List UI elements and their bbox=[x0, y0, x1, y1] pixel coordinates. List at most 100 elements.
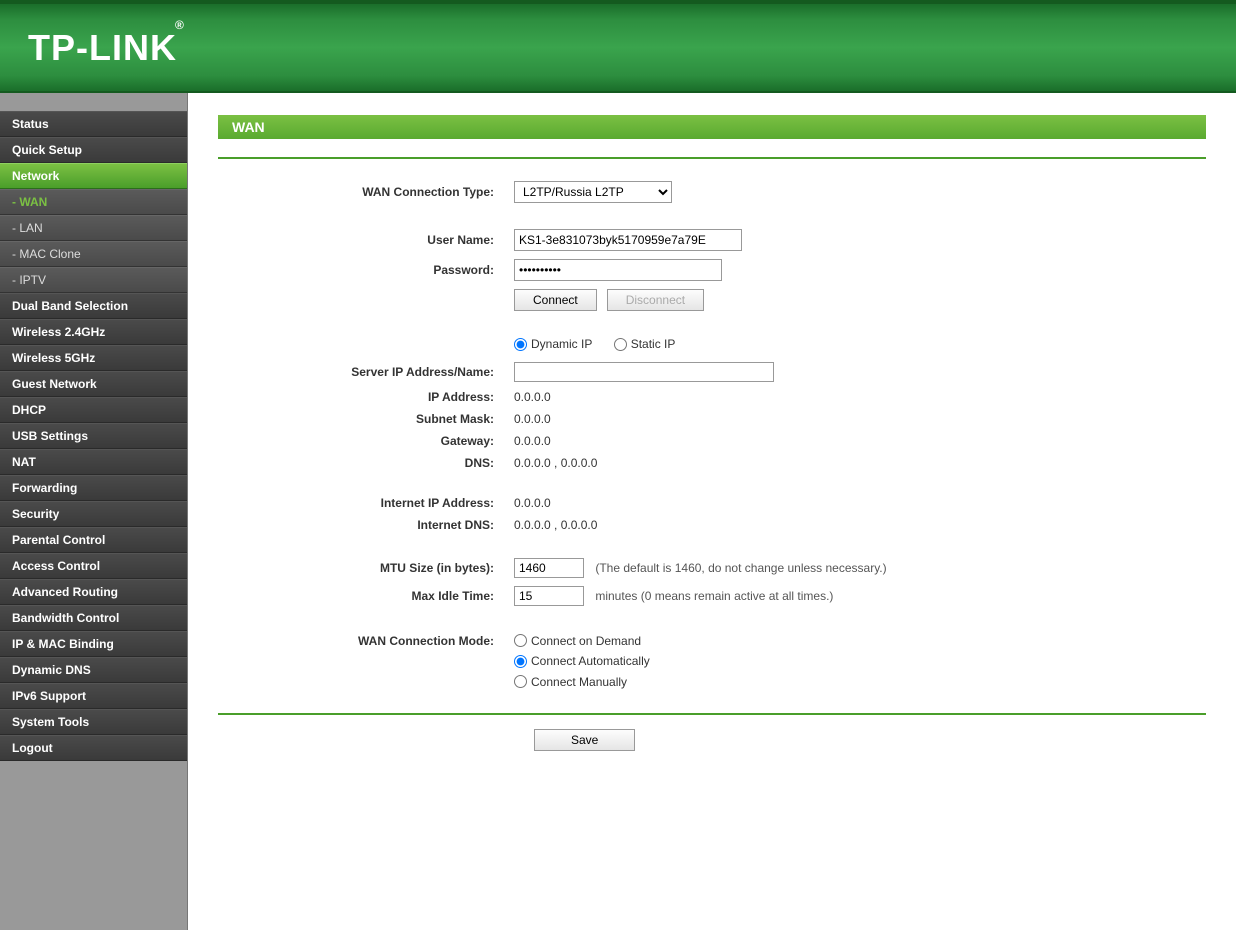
label-conn-type: WAN Connection Type: bbox=[362, 185, 494, 199]
sidebar-item-7[interactable]: Dual Band Selection bbox=[0, 293, 187, 319]
sidebar-label: IP & MAC Binding bbox=[12, 637, 114, 651]
ip-mode-static-radio[interactable]: Static IP bbox=[614, 337, 676, 351]
label-max-idle: Max Idle Time: bbox=[412, 589, 494, 603]
sidebar: Status Quick Setup Network - WAN - LAN - MAC … bbox=[0, 93, 188, 930]
value-inet-ip: 0.0.0.0 bbox=[514, 496, 551, 510]
sidebar-label: Dynamic DNS bbox=[12, 663, 91, 677]
value-dns: 0.0.0.0 , 0.0.0.0 bbox=[514, 456, 597, 470]
divider-bottom bbox=[218, 713, 1206, 715]
sidebar-gap bbox=[0, 93, 187, 111]
sidebar-label: Access Control bbox=[12, 559, 100, 573]
sidebar-label: Guest Network bbox=[12, 377, 97, 391]
conn-mode-demand-radio[interactable]: Connect on Demand bbox=[514, 634, 641, 648]
sidebar-item-12[interactable]: USB Settings bbox=[0, 423, 187, 449]
sidebar-item-20[interactable]: IP & MAC Binding bbox=[0, 631, 187, 657]
sidebar-label: USB Settings bbox=[12, 429, 88, 443]
brand-logo: TP-LINK® bbox=[28, 27, 187, 69]
divider-top bbox=[218, 157, 1206, 159]
sidebar-label: Security bbox=[12, 507, 59, 521]
label-ip-addr: IP Address: bbox=[428, 390, 494, 404]
connect-manual-label: Connect Manually bbox=[531, 675, 627, 689]
sidebar-label: Wireless 5GHz bbox=[12, 351, 95, 365]
sidebar-item-23[interactable]: System Tools bbox=[0, 709, 187, 735]
label-gateway: Gateway: bbox=[441, 434, 494, 448]
brand-text: TP-LINK bbox=[28, 27, 177, 68]
label-subnet: Subnet Mask: bbox=[416, 412, 494, 426]
sidebar-label: Logout bbox=[12, 741, 53, 755]
sidebar-item-10[interactable]: Guest Network bbox=[0, 371, 187, 397]
sidebar-label: Dual Band Selection bbox=[12, 299, 128, 313]
connect-manual-radio[interactable] bbox=[514, 675, 527, 688]
sidebar-item-11[interactable]: DHCP bbox=[0, 397, 187, 423]
wan-connection-type-select[interactable]: L2TP/Russia L2TP bbox=[514, 181, 672, 203]
sidebar-label: - LAN bbox=[12, 221, 43, 235]
sidebar-item-0[interactable]: Status bbox=[0, 111, 187, 137]
connect-on-demand-radio[interactable] bbox=[514, 634, 527, 647]
content-area: WAN WAN Connection Type: L2TP/Russia L2T… bbox=[188, 93, 1236, 930]
username-input[interactable] bbox=[514, 229, 742, 251]
sidebar-item-1[interactable]: Quick Setup bbox=[0, 137, 187, 163]
value-subnet: 0.0.0.0 bbox=[514, 412, 551, 426]
sidebar-label: Quick Setup bbox=[12, 143, 82, 157]
static-ip-radio[interactable] bbox=[614, 338, 627, 351]
sidebar-label: Forwarding bbox=[12, 481, 77, 495]
sidebar-subitem-6[interactable]: - IPTV bbox=[0, 267, 187, 293]
label-server-ip: Server IP Address/Name: bbox=[351, 365, 494, 379]
sidebar-label: IPv6 Support bbox=[12, 689, 86, 703]
sidebar-item-14[interactable]: Forwarding bbox=[0, 475, 187, 501]
conn-mode-auto-radio[interactable]: Connect Automatically bbox=[514, 654, 650, 668]
page-title-text: WAN bbox=[232, 119, 265, 135]
label-inet-ip: Internet IP Address: bbox=[381, 496, 494, 510]
connect-on-demand-label: Connect on Demand bbox=[531, 634, 641, 648]
mtu-input[interactable] bbox=[514, 558, 584, 578]
ip-mode-dynamic-radio[interactable]: Dynamic IP bbox=[514, 337, 592, 351]
disconnect-button[interactable]: Disconnect bbox=[607, 289, 704, 311]
max-idle-input[interactable] bbox=[514, 586, 584, 606]
static-ip-label: Static IP bbox=[631, 337, 676, 351]
connect-auto-label: Connect Automatically bbox=[531, 654, 650, 668]
sidebar-label: - MAC Clone bbox=[12, 247, 81, 261]
dynamic-ip-radio[interactable] bbox=[514, 338, 527, 351]
sidebar-item-21[interactable]: Dynamic DNS bbox=[0, 657, 187, 683]
sidebar-label: - IPTV bbox=[12, 273, 46, 287]
sidebar-item-13[interactable]: NAT bbox=[0, 449, 187, 475]
sidebar-label: Network bbox=[12, 169, 59, 183]
sidebar-subitem-5[interactable]: - MAC Clone bbox=[0, 241, 187, 267]
sidebar-subitem-3[interactable]: - WAN bbox=[0, 189, 187, 215]
sidebar-item-16[interactable]: Parental Control bbox=[0, 527, 187, 553]
hint-mtu: (The default is 1460, do not change unle… bbox=[595, 561, 886, 575]
sidebar-label: DHCP bbox=[12, 403, 46, 417]
save-button[interactable]: Save bbox=[534, 729, 635, 751]
label-mtu: MTU Size (in bytes): bbox=[380, 561, 494, 575]
sidebar-label: - WAN bbox=[12, 195, 47, 209]
sidebar-item-17[interactable]: Access Control bbox=[0, 553, 187, 579]
password-input[interactable] bbox=[514, 259, 722, 281]
value-gateway: 0.0.0.0 bbox=[514, 434, 551, 448]
label-username: User Name: bbox=[427, 233, 494, 247]
sidebar-label: Bandwidth Control bbox=[12, 611, 119, 625]
sidebar-label: Advanced Routing bbox=[12, 585, 118, 599]
connect-button[interactable]: Connect bbox=[514, 289, 597, 311]
sidebar-label: NAT bbox=[12, 455, 36, 469]
sidebar-item-8[interactable]: Wireless 2.4GHz bbox=[0, 319, 187, 345]
registered-icon: ® bbox=[175, 18, 185, 32]
sidebar-item-2[interactable]: Network bbox=[0, 163, 187, 189]
header: TP-LINK® bbox=[0, 0, 1236, 93]
sidebar-item-15[interactable]: Security bbox=[0, 501, 187, 527]
dynamic-ip-label: Dynamic IP bbox=[531, 337, 592, 351]
sidebar-item-22[interactable]: IPv6 Support bbox=[0, 683, 187, 709]
label-inet-dns: Internet DNS: bbox=[417, 518, 494, 532]
hint-max-idle: minutes (0 means remain active at all ti… bbox=[595, 589, 833, 603]
value-inet-dns: 0.0.0.0 , 0.0.0.0 bbox=[514, 518, 597, 532]
sidebar-item-18[interactable]: Advanced Routing bbox=[0, 579, 187, 605]
connect-auto-radio[interactable] bbox=[514, 655, 527, 668]
sidebar-subitem-4[interactable]: - LAN bbox=[0, 215, 187, 241]
label-conn-mode: WAN Connection Mode: bbox=[358, 634, 494, 648]
label-password: Password: bbox=[433, 263, 494, 277]
server-ip-input[interactable] bbox=[514, 362, 774, 382]
sidebar-item-19[interactable]: Bandwidth Control bbox=[0, 605, 187, 631]
conn-mode-manual-radio[interactable]: Connect Manually bbox=[514, 675, 627, 689]
sidebar-label: Status bbox=[12, 117, 49, 131]
sidebar-item-24[interactable]: Logout bbox=[0, 735, 187, 761]
sidebar-item-9[interactable]: Wireless 5GHz bbox=[0, 345, 187, 371]
